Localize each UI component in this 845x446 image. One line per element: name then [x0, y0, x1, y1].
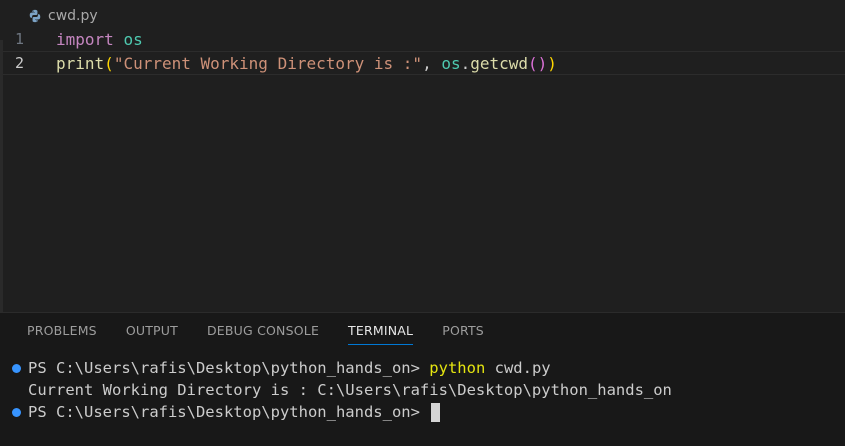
- code-token-dot: .: [460, 53, 471, 73]
- command-decoration-dot-icon[interactable]: [12, 363, 21, 373]
- breadcrumb[interactable]: cwd.py: [28, 5, 98, 27]
- terminal-line-1[interactable]: PS C:\Users\rafis\Desktop\python_hands_o…: [0, 357, 845, 379]
- python-icon: [29, 9, 41, 23]
- terminal-prompt: PS C:\Users\rafis\Desktop\python_hands_o…: [28, 403, 430, 421]
- code-token-separator: ,: [422, 53, 442, 73]
- code-line-1[interactable]: 1 import os: [0, 27, 845, 51]
- code-token-string: "Current Working Directory is :": [113, 53, 423, 73]
- code-token-keyword: import: [56, 29, 114, 49]
- code-token-bracket: (): [528, 53, 548, 73]
- tab-problems[interactable]: PROBLEMS: [27, 323, 97, 345]
- code-token-function: print: [56, 53, 105, 73]
- terminal-output: Current Working Directory is : C:\Users\…: [28, 381, 672, 399]
- line-number: 2: [14, 54, 24, 72]
- code-line-2[interactable]: 2 print("Current Working Directory is :"…: [0, 51, 845, 75]
- bottom-panel: PROBLEMS OUTPUT DEBUG CONSOLE TERMINAL P…: [0, 312, 845, 446]
- breadcrumb-filename[interactable]: cwd.py: [48, 8, 98, 24]
- line-number: 1: [14, 30, 24, 48]
- editor-area[interactable]: cwd.py 1 import os 2 print("Current Work…: [0, 0, 845, 312]
- panel-tabs: PROBLEMS OUTPUT DEBUG CONSOLE TERMINAL P…: [27, 323, 513, 345]
- terminal-line-2[interactable]: Current Working Directory is : C:\Users\…: [0, 379, 845, 401]
- code-token-bracket: (: [104, 53, 114, 73]
- tab-debug-console[interactable]: DEBUG CONSOLE: [207, 323, 319, 345]
- terminal-cursor: [431, 402, 441, 422]
- tab-output[interactable]: OUTPUT: [126, 323, 178, 345]
- code-token-module: os: [123, 29, 143, 49]
- editor-gutter-edge: [0, 40, 3, 312]
- code-token-bracket: ): [547, 53, 557, 73]
- tab-ports[interactable]: PORTS: [442, 323, 484, 345]
- tab-terminal[interactable]: TERMINAL: [348, 323, 414, 345]
- terminal-line-3[interactable]: PS C:\Users\rafis\Desktop\python_hands_o…: [0, 401, 845, 423]
- terminal-command-args: cwd.py: [485, 359, 551, 377]
- terminal-prompt: PS C:\Users\rafis\Desktop\python_hands_o…: [28, 359, 430, 377]
- command-decoration-dot-icon[interactable]: [12, 407, 21, 417]
- code-token-method: getcwd: [470, 53, 529, 73]
- terminal-command: python: [429, 359, 486, 377]
- code-token-module: os: [441, 53, 461, 73]
